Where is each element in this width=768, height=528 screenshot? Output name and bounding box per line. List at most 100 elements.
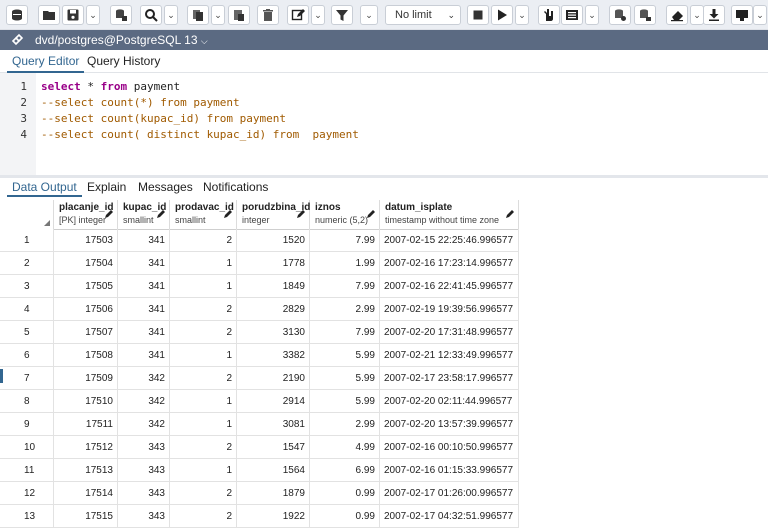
tab-notifications[interactable]: Notifications xyxy=(203,180,268,194)
explain-options-chevron[interactable]: ⌄ xyxy=(585,5,599,25)
cell-porudzbina-id[interactable]: 2914 xyxy=(237,390,310,413)
cell-kupac-id[interactable]: 342 xyxy=(118,413,170,436)
table-row[interactable]: 10 17512 343 2 1547 4.99 2007-02-16 00:10:50.9… xyxy=(0,436,519,459)
table-row[interactable]: 1 17503 341 2 1520 7.99 2007-02-15 22:25:46.99… xyxy=(0,229,519,252)
edit-icon[interactable] xyxy=(287,5,309,25)
table-row[interactable]: 8 17510 342 1 2914 5.99 2007-02-20 02:11:44.99… xyxy=(0,390,519,413)
table-row[interactable]: 4 17506 341 2 2829 2.99 2007-02-19 19:39:56.99… xyxy=(0,298,519,321)
cell-prodavac-id[interactable]: 1 xyxy=(170,390,237,413)
cell-prodavac-id[interactable]: 2 xyxy=(170,298,237,321)
cell-porudzbina-id[interactable]: 3081 xyxy=(237,413,310,436)
column-header-porudzbina-id[interactable]: porudzbina_id integer xyxy=(237,200,310,230)
search-icon[interactable] xyxy=(140,5,162,25)
cell-prodavac-id[interactable]: 2 xyxy=(170,505,237,528)
cell-datum-isplate[interactable]: 2007-02-15 22:25:46.996577 xyxy=(380,229,519,252)
rollback-icon[interactable] xyxy=(634,5,656,25)
cell-kupac-id[interactable]: 341 xyxy=(118,344,170,367)
column-header-datum-isplate[interactable]: datum_isplate timestamp without time zon… xyxy=(380,200,519,230)
sql-editor[interactable]: 1 2 3 4 select * from payment --select c… xyxy=(0,73,768,175)
row-number[interactable]: 6 xyxy=(0,344,54,367)
cell-iznos[interactable]: 0.99 xyxy=(310,482,380,505)
cell-prodavac-id[interactable]: 2 xyxy=(170,436,237,459)
save-options-chevron[interactable]: ⌄ xyxy=(86,5,100,25)
commit-icon[interactable] xyxy=(609,5,631,25)
cell-placanje-id[interactable]: 17507 xyxy=(54,321,118,344)
cell-datum-isplate[interactable]: 2007-02-19 19:39:56.996577 xyxy=(380,298,519,321)
cell-placanje-id[interactable]: 17508 xyxy=(54,344,118,367)
cell-iznos[interactable]: 1.99 xyxy=(310,252,380,275)
cell-placanje-id[interactable]: 17515 xyxy=(54,505,118,528)
column-header-kupac-id[interactable]: kupac_id smallint xyxy=(118,200,170,230)
cell-datum-isplate[interactable]: 2007-02-21 12:33:49.996577 xyxy=(380,344,519,367)
macros-icon[interactable] xyxy=(731,5,753,25)
table-row[interactable]: 6 17508 341 1 3382 5.99 2007-02-21 12:33:49.99… xyxy=(0,344,519,367)
cell-porudzbina-id[interactable]: 1922 xyxy=(237,505,310,528)
tab-data-output[interactable]: Data Output xyxy=(7,180,82,197)
macros-options-chevron[interactable]: ⌄ xyxy=(753,5,767,25)
cell-iznos[interactable]: 5.99 xyxy=(310,367,380,390)
row-number[interactable]: 5 xyxy=(0,321,54,344)
cell-kupac-id[interactable]: 343 xyxy=(118,436,170,459)
search-options-chevron[interactable]: ⌄ xyxy=(164,5,178,25)
code-comment-line[interactable]: --select count(kupac_id) from payment xyxy=(41,112,286,125)
cell-kupac-id[interactable]: 341 xyxy=(118,229,170,252)
tab-messages[interactable]: Messages xyxy=(138,180,193,194)
cell-prodavac-id[interactable]: 1 xyxy=(170,413,237,436)
cell-porudzbina-id[interactable]: 2190 xyxy=(237,367,310,390)
cell-datum-isplate[interactable]: 2007-02-17 23:58:17.996577 xyxy=(380,367,519,390)
cell-kupac-id[interactable]: 341 xyxy=(118,298,170,321)
tab-explain[interactable]: Explain xyxy=(87,180,126,194)
cell-datum-isplate[interactable]: 2007-02-16 01:15:33.996577 xyxy=(380,459,519,482)
table-row[interactable]: 12 17514 343 2 1879 0.99 2007-02-17 01:26:00.9… xyxy=(0,482,519,505)
cell-placanje-id[interactable]: 17514 xyxy=(54,482,118,505)
cell-iznos[interactable]: 7.99 xyxy=(310,229,380,252)
cell-datum-isplate[interactable]: 2007-02-16 17:23:14.996577 xyxy=(380,252,519,275)
column-header-iznos[interactable]: iznos numeric (5,2) xyxy=(310,200,380,230)
cell-prodavac-id[interactable]: 2 xyxy=(170,321,237,344)
save-icon[interactable] xyxy=(62,5,84,25)
row-number[interactable]: 12 xyxy=(0,482,54,505)
save-data-icon[interactable] xyxy=(110,5,132,25)
code-line[interactable]: select * from payment xyxy=(41,80,180,93)
row-limit-select[interactable]: No limit ⌄ xyxy=(385,5,461,25)
cell-iznos[interactable]: 5.99 xyxy=(310,344,380,367)
cell-datum-isplate[interactable]: 2007-02-16 00:10:50.996577 xyxy=(380,436,519,459)
cell-prodavac-id[interactable]: 2 xyxy=(170,482,237,505)
cell-placanje-id[interactable]: 17513 xyxy=(54,459,118,482)
row-number[interactable]: 1 xyxy=(0,229,54,252)
tab-query-editor[interactable]: Query Editor xyxy=(6,54,85,73)
cell-placanje-id[interactable]: 17504 xyxy=(54,252,118,275)
cell-placanje-id[interactable]: 17512 xyxy=(54,436,118,459)
copy-options-chevron[interactable]: ⌄ xyxy=(211,5,225,25)
cell-iznos[interactable]: 6.99 xyxy=(310,459,380,482)
edit-options-chevron[interactable]: ⌄ xyxy=(311,5,325,25)
database-icon[interactable] xyxy=(6,5,28,25)
column-header-placanje-id[interactable]: placanje_id [PK] integer xyxy=(54,200,118,230)
cell-porudzbina-id[interactable]: 1879 xyxy=(237,482,310,505)
grid-select-all[interactable] xyxy=(0,200,54,230)
cell-prodavac-id[interactable]: 1 xyxy=(170,252,237,275)
cell-datum-isplate[interactable]: 2007-02-16 22:41:45.996577 xyxy=(380,275,519,298)
cell-prodavac-id[interactable]: 1 xyxy=(170,344,237,367)
row-number[interactable]: 11 xyxy=(0,459,54,482)
cell-kupac-id[interactable]: 343 xyxy=(118,505,170,528)
cell-iznos[interactable]: 7.99 xyxy=(310,275,380,298)
filter-options-chevron[interactable]: ⌄ xyxy=(360,5,378,25)
row-number[interactable]: 2 xyxy=(0,252,54,275)
cell-placanje-id[interactable]: 17511 xyxy=(54,413,118,436)
cell-kupac-id[interactable]: 341 xyxy=(118,275,170,298)
code-comment-line[interactable]: --select count(*) from payment xyxy=(41,96,240,109)
cell-kupac-id[interactable]: 342 xyxy=(118,390,170,413)
cell-kupac-id[interactable]: 343 xyxy=(118,482,170,505)
cell-kupac-id[interactable]: 343 xyxy=(118,459,170,482)
filter-icon[interactable] xyxy=(331,5,353,25)
tab-query-history[interactable]: Query History xyxy=(87,54,160,68)
cell-placanje-id[interactable]: 17510 xyxy=(54,390,118,413)
connection-label[interactable]: dvd/postgres@PostgreSQL 13 ⌵ xyxy=(35,33,208,47)
folder-open-icon[interactable] xyxy=(38,5,60,25)
column-header-prodavac-id[interactable]: prodavac_id smallint xyxy=(170,200,237,230)
cell-porudzbina-id[interactable]: 3130 xyxy=(237,321,310,344)
cell-iznos[interactable]: 5.99 xyxy=(310,390,380,413)
execute-icon[interactable] xyxy=(491,5,513,25)
cell-datum-isplate[interactable]: 2007-02-17 01:26:00.996577 xyxy=(380,482,519,505)
